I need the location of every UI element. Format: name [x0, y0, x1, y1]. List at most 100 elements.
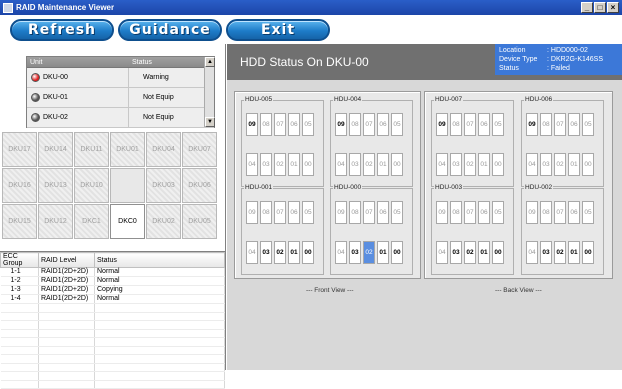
drive-slot[interactable]: 06: [377, 113, 389, 136]
unit-row[interactable]: DKU-00 Warning: [27, 68, 214, 88]
ecc-row[interactable]: 1-1 RAID1(2D+2D) Normal: [0, 267, 225, 277]
drive-slot[interactable]: 09: [436, 113, 448, 136]
drive-slot[interactable]: 07: [363, 113, 375, 136]
drive-slot[interactable]: 02: [464, 153, 476, 176]
drive-slot[interactable]: 06: [478, 201, 490, 224]
ecc-row[interactable]: 1-2 RAID1(2D+2D) Normal: [0, 276, 225, 286]
drive-slot[interactable]: 03: [450, 241, 462, 264]
drive-slot[interactable]: 05: [391, 201, 403, 224]
dku-cell[interactable]: DKU16: [2, 168, 37, 203]
drive-slot[interactable]: 00: [492, 241, 504, 264]
drive-slot[interactable]: 03: [349, 153, 361, 176]
drive-slot[interactable]: 08: [540, 201, 552, 224]
drive-slot[interactable]: 08: [450, 113, 462, 136]
dku-cell[interactable]: DKU17: [2, 132, 37, 167]
dku-cell[interactable]: DKU06: [182, 168, 217, 203]
drive-slot[interactable]: 00: [302, 241, 314, 264]
dku-cell[interactable]: DKU14: [38, 132, 73, 167]
dku-cell[interactable]: DKU07: [182, 132, 217, 167]
drive-slot[interactable]: 06: [568, 201, 580, 224]
drive-slot[interactable]: 01: [478, 241, 490, 264]
dku-cell[interactable]: DKC1: [74, 204, 109, 239]
drive-slot[interactable]: 04: [436, 153, 448, 176]
drive-slot[interactable]: 00: [582, 153, 594, 176]
drive-slot[interactable]: 09: [335, 113, 347, 136]
drive-slot[interactable]: 06: [288, 201, 300, 224]
refresh-button[interactable]: Refresh: [10, 19, 114, 41]
drive-slot[interactable]: 08: [349, 113, 361, 136]
scroll-up-button[interactable]: ▲: [205, 57, 215, 67]
drive-slot[interactable]: 07: [554, 201, 566, 224]
drive-slot[interactable]: 02: [464, 241, 476, 264]
drive-slot[interactable]: 09: [436, 201, 448, 224]
drive-slot[interactable]: 02: [363, 241, 375, 264]
drive-slot[interactable]: 05: [582, 201, 594, 224]
dku-cell[interactable]: DKU11: [74, 132, 109, 167]
drive-slot[interactable]: 02: [554, 241, 566, 264]
scroll-down-button[interactable]: ▼: [205, 117, 215, 127]
drive-slot[interactable]: 06: [288, 113, 300, 136]
drive-slot[interactable]: 07: [363, 201, 375, 224]
ecc-row[interactable]: 1-4 RAID1(2D+2D) Normal: [0, 294, 225, 304]
drive-slot[interactable]: 00: [391, 241, 403, 264]
dku-cell[interactable]: DKU15: [2, 204, 37, 239]
drive-slot[interactable]: 01: [568, 153, 580, 176]
drive-slot[interactable]: 02: [274, 153, 286, 176]
drive-slot[interactable]: 03: [450, 153, 462, 176]
drive-slot[interactable]: 09: [335, 201, 347, 224]
drive-slot[interactable]: 04: [526, 153, 538, 176]
drive-slot[interactable]: 07: [274, 201, 286, 224]
drive-slot[interactable]: 04: [246, 241, 258, 264]
drive-slot[interactable]: 03: [349, 241, 361, 264]
ecc-row[interactable]: 1-3 RAID1(2D+2D) Copying: [0, 285, 225, 295]
maximize-button[interactable]: □: [594, 2, 606, 13]
drive-slot[interactable]: 02: [554, 153, 566, 176]
minimize-button[interactable]: _: [581, 2, 593, 13]
drive-slot[interactable]: 07: [274, 113, 286, 136]
unit-row[interactable]: DKU-01 Not Equip: [27, 88, 214, 108]
drive-slot[interactable]: 09: [526, 201, 538, 224]
dku-cell[interactable]: DKU03: [146, 168, 181, 203]
drive-slot[interactable]: 04: [335, 153, 347, 176]
dku-cell[interactable]: DKU12: [38, 204, 73, 239]
drive-slot[interactable]: 09: [526, 113, 538, 136]
drive-slot[interactable]: 09: [246, 113, 258, 136]
drive-slot[interactable]: 03: [540, 153, 552, 176]
drive-slot[interactable]: 05: [582, 113, 594, 136]
drive-slot[interactable]: 08: [349, 201, 361, 224]
dku-cell[interactable]: DKU01: [110, 132, 145, 167]
drive-slot[interactable]: 00: [391, 153, 403, 176]
drive-slot[interactable]: 09: [246, 201, 258, 224]
unit-list-scrollbar[interactable]: ▲ ▼: [204, 57, 215, 127]
drive-slot[interactable]: 01: [377, 153, 389, 176]
dku-cell[interactable]: DKU05: [182, 204, 217, 239]
dku-cell[interactable]: DKU02: [146, 204, 181, 239]
drive-slot[interactable]: 08: [450, 201, 462, 224]
drive-slot[interactable]: 03: [260, 241, 272, 264]
drive-slot[interactable]: 04: [246, 153, 258, 176]
drive-slot[interactable]: 05: [492, 113, 504, 136]
dku-cell[interactable]: DKU04: [146, 132, 181, 167]
drive-slot[interactable]: 07: [554, 113, 566, 136]
drive-slot[interactable]: 02: [363, 153, 375, 176]
drive-slot[interactable]: 06: [377, 201, 389, 224]
drive-slot[interactable]: 01: [478, 153, 490, 176]
drive-slot[interactable]: 08: [260, 113, 272, 136]
dku-cell[interactable]: [110, 168, 145, 203]
drive-slot[interactable]: 08: [260, 201, 272, 224]
unit-row[interactable]: DKU-02 Not Equip: [27, 108, 214, 128]
drive-slot[interactable]: 01: [377, 241, 389, 264]
dku-cell[interactable]: DKU10: [74, 168, 109, 203]
drive-slot[interactable]: 01: [568, 241, 580, 264]
drive-slot[interactable]: 07: [464, 113, 476, 136]
drive-slot[interactable]: 03: [540, 241, 552, 264]
drive-slot[interactable]: 06: [478, 113, 490, 136]
drive-slot[interactable]: 00: [302, 153, 314, 176]
drive-slot[interactable]: 01: [288, 241, 300, 264]
guidance-button[interactable]: Guidance: [118, 19, 222, 41]
drive-slot[interactable]: 05: [391, 113, 403, 136]
exit-button[interactable]: Exit: [226, 19, 330, 41]
dku-cell[interactable]: DKU13: [38, 168, 73, 203]
drive-slot[interactable]: 02: [274, 241, 286, 264]
drive-slot[interactable]: 05: [492, 201, 504, 224]
